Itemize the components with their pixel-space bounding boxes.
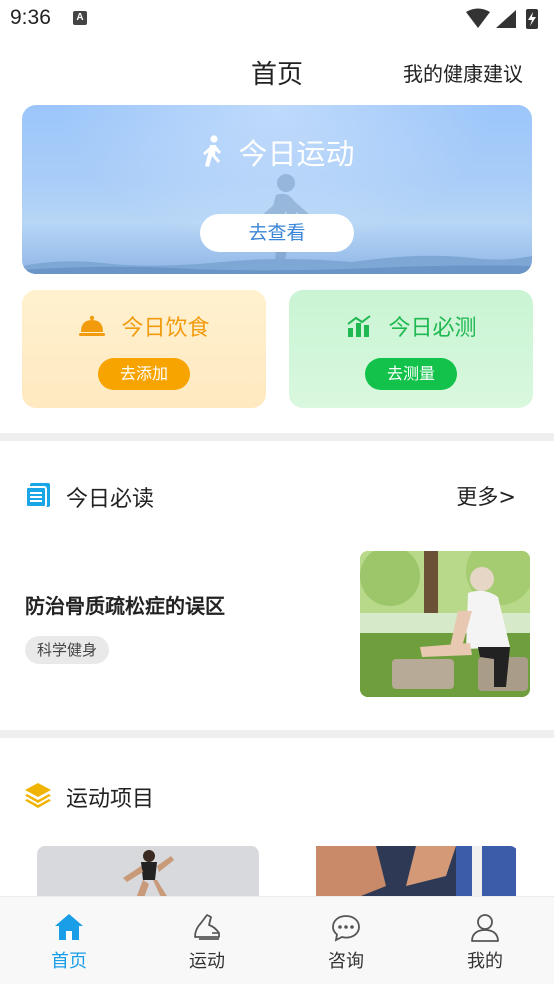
- chat-bubble-icon: [332, 915, 360, 942]
- article-tag: 科学健身: [25, 636, 110, 664]
- nav-profile-label: 我的: [467, 951, 503, 972]
- reading-section-title: 今日必读: [66, 487, 155, 512]
- today-diet-card[interactable]: 今日饮食 去添加: [22, 290, 266, 408]
- layers-stack-icon: [25, 783, 51, 808]
- section-divider-2: [0, 730, 554, 738]
- today-exercise-banner[interactable]: 今日运动 去查看: [22, 105, 532, 274]
- banner-title: 今日运动: [238, 137, 355, 171]
- status-time: 9:36: [10, 6, 51, 29]
- notification-app-icon: A: [73, 11, 87, 25]
- sports-section-title: 运动项目: [66, 787, 155, 812]
- measure-button[interactable]: 去测量: [365, 358, 457, 390]
- nav-exercise[interactable]: 运动: [138, 897, 276, 984]
- bar-chart-icon: [347, 315, 372, 337]
- nav-home-label: 首页: [51, 951, 87, 972]
- nav-exercise-label: 运动: [189, 951, 225, 972]
- today-test-card[interactable]: 今日必测 去测量: [289, 290, 533, 408]
- section-divider: [0, 433, 554, 441]
- running-person-icon: [203, 135, 222, 167]
- more-articles-link[interactable]: 更多>: [456, 481, 516, 511]
- nav-profile[interactable]: 我的: [416, 897, 554, 984]
- sports-section-header: 运动项目: [0, 775, 554, 815]
- reading-section-header: 今日必读 更多>: [0, 475, 554, 515]
- bottom-navigation: 首页 运动 咨询 我的: [0, 896, 554, 984]
- diet-card-title-row: 今日饮食: [22, 310, 266, 342]
- nav-consult[interactable]: 咨询: [277, 897, 415, 984]
- home-screen: 9:36 A 首页 我的健康建议 今日运动 去查看 今日饮食 去添加 今日必测 …: [0, 0, 554, 984]
- test-card-title-row: 今日必测: [289, 310, 533, 342]
- document-list-icon: [25, 483, 50, 508]
- nav-home[interactable]: 首页: [0, 897, 138, 984]
- sneaker-icon: [194, 914, 220, 940]
- status-bar: 9:36 A: [0, 0, 554, 40]
- food-cloche-icon: [79, 315, 106, 336]
- app-header: 首页 我的健康建议: [0, 40, 554, 100]
- banner-title-row: 今日运动: [22, 131, 532, 173]
- article-title: 防治骨质疏松症的误区: [25, 594, 225, 618]
- health-advice-link[interactable]: 我的健康建议: [403, 58, 523, 87]
- article-item[interactable]: 防治骨质疏松症的误区 科学健身: [0, 540, 554, 710]
- article-thumbnail-image: [360, 551, 530, 697]
- view-exercise-button[interactable]: 去查看: [200, 214, 354, 252]
- test-card-title: 今日必测: [388, 316, 477, 341]
- nav-consult-label: 咨询: [328, 951, 364, 972]
- user-icon: [471, 914, 499, 942]
- add-diet-button[interactable]: 去添加: [98, 358, 190, 390]
- diet-card-title: 今日饮食: [121, 316, 210, 341]
- status-indicators-icon: [466, 8, 538, 29]
- home-icon: [55, 914, 83, 940]
